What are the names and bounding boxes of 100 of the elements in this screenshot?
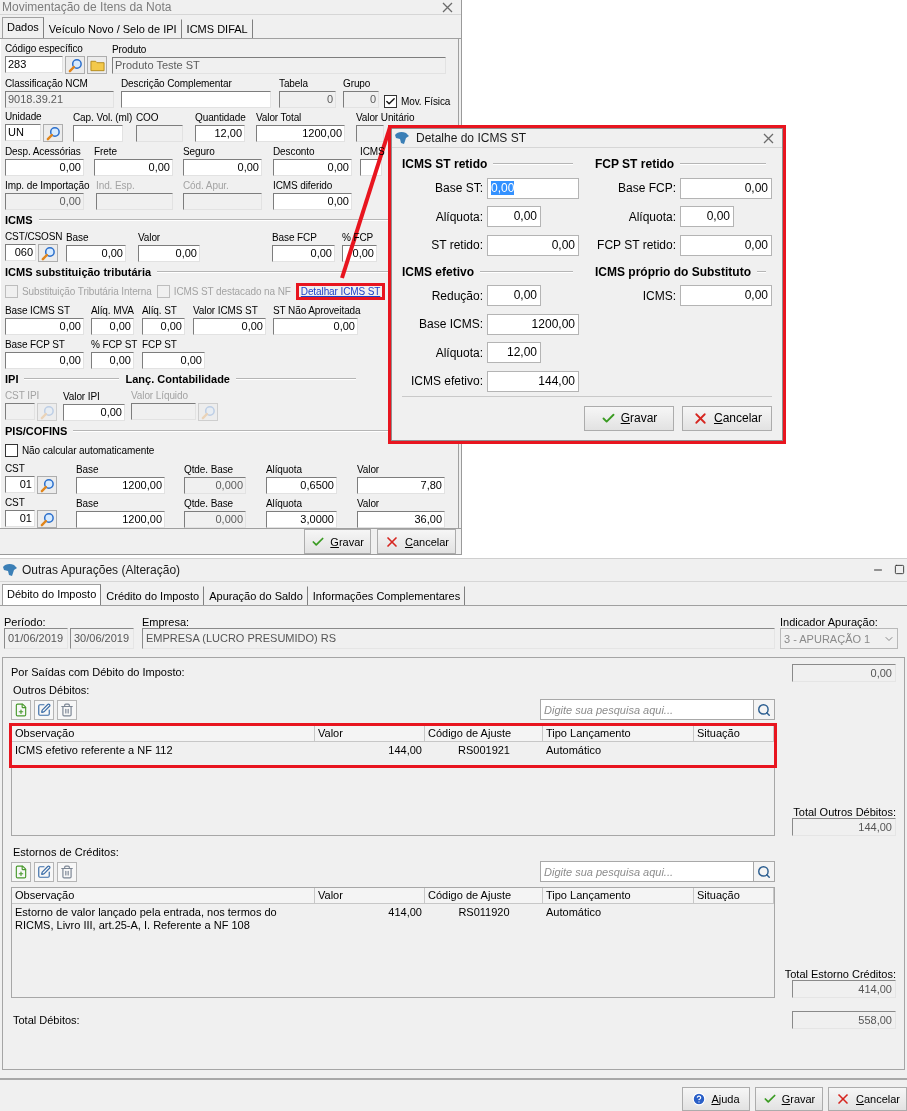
- input-field[interactable]: [121, 91, 271, 108]
- detail-link[interactable]: Detalhar ICMS ST: [300, 285, 381, 297]
- input-field[interactable]: 060: [5, 244, 36, 261]
- input-field[interactable]: 0,00: [487, 285, 541, 307]
- delete-button[interactable]: [57, 699, 77, 720]
- input-field[interactable]: 0,00: [487, 234, 579, 256]
- input-field[interactable]: 0,00: [272, 245, 335, 262]
- search-button[interactable]: [754, 699, 775, 720]
- add-file-icon: [14, 864, 28, 879]
- input-field[interactable]: 0,00: [91, 318, 134, 335]
- checkbox[interactable]: [384, 95, 397, 108]
- input-field[interactable]: 0,00: [680, 206, 734, 228]
- tab[interactable]: Dados: [2, 17, 44, 38]
- input-field[interactable]: 0,00: [5, 318, 84, 335]
- cancel-button[interactable]: Cancelar: [827, 1087, 907, 1111]
- date-field[interactable]: 01/06/2019: [4, 628, 68, 649]
- table-cell-text: RS001921: [457, 744, 511, 757]
- cancel-button[interactable]: Cancelar: [376, 529, 456, 554]
- lookup-button[interactable]: [38, 244, 58, 262]
- input-field[interactable]: 144,00: [487, 370, 579, 392]
- add-button[interactable]: [11, 699, 31, 720]
- input-field[interactable]: 0,00: [273, 193, 352, 210]
- lookup-button[interactable]: [43, 124, 63, 142]
- save-button[interactable]: Gravar: [584, 405, 674, 431]
- close-icon[interactable]: [442, 1, 453, 13]
- edit-button[interactable]: [34, 861, 54, 882]
- search-field[interactable]: Digite sua pesquisa aqui...: [540, 861, 754, 882]
- input-field[interactable]: 0,00: [273, 159, 352, 176]
- search-icon: [67, 57, 83, 73]
- field-label: Qtde. Base: [184, 497, 234, 510]
- save-button[interactable]: Gravar: [754, 1087, 823, 1111]
- total-field: 414,00: [792, 980, 896, 998]
- input-field[interactable]: [73, 125, 123, 142]
- search-button[interactable]: [754, 861, 775, 882]
- field-label: Empresa:: [142, 616, 191, 628]
- table-cell-text: Estorno de valor lançado pela entrada, nos termos do RICMS, Livro III, art.25-A, I. Referente a NF 108: [14, 906, 278, 932]
- input-field[interactable]: 0,00: [5, 159, 84, 176]
- field-label: ICMS:: [641, 288, 676, 303]
- input-field[interactable]: 1200,00: [487, 313, 579, 335]
- input-field[interactable]: 0,00: [183, 159, 262, 176]
- field-label: Base FCP:: [616, 181, 676, 196]
- input-field[interactable]: 1200,00: [76, 511, 165, 528]
- input-field[interactable]: 01: [5, 476, 35, 493]
- edit-button[interactable]: [34, 699, 54, 720]
- input-field[interactable]: 3,0000: [266, 511, 337, 528]
- field-label: Valor Unitário: [356, 111, 415, 124]
- input-field[interactable]: 0,00: [63, 404, 125, 421]
- input-field[interactable]: 0,00: [94, 159, 173, 176]
- search-field[interactable]: Digite sua pesquisa aqui...: [540, 699, 754, 720]
- input-field[interactable]: 0,00: [5, 352, 84, 369]
- input-field[interactable]: 36,00: [357, 511, 445, 528]
- close-icon[interactable]: [763, 132, 774, 144]
- delete-button[interactable]: [57, 861, 77, 882]
- input-field[interactable]: 0,00: [142, 352, 205, 369]
- lookup-button[interactable]: [65, 56, 85, 74]
- input-field[interactable]: UN: [5, 124, 41, 141]
- date-field[interactable]: 30/06/2019: [70, 628, 134, 649]
- input-field[interactable]: 7,80: [357, 477, 445, 494]
- cancel-button[interactable]: Cancelar: [682, 405, 772, 431]
- field-label: Cód. Apur.: [183, 179, 229, 192]
- field-label: CST/CSOSN: [5, 230, 63, 243]
- maximize-icon[interactable]: [894, 564, 905, 575]
- column-header: Código de Ajuste: [425, 726, 543, 741]
- input-field[interactable]: 0,00: [138, 245, 200, 262]
- field-label: Valor ICMS ST: [193, 304, 258, 317]
- input-field[interactable]: 0,6500: [266, 477, 337, 494]
- folder-button[interactable]: [87, 56, 107, 74]
- help-button[interactable]: Ajuda: [681, 1087, 750, 1111]
- input-field[interactable]: 0,00: [91, 352, 134, 369]
- input-field[interactable]: 12,00: [195, 125, 245, 142]
- input-field[interactable]: 12,00: [487, 342, 541, 364]
- input-field[interactable]: 0,00: [680, 177, 772, 199]
- total-field: 144,00: [792, 818, 896, 836]
- input-field[interactable]: 1200,00: [256, 125, 345, 142]
- field-label: Grupo: [343, 77, 371, 90]
- tab[interactable]: Débito do Imposto: [2, 584, 102, 605]
- input-field[interactable]: 0,00: [142, 318, 185, 335]
- lookup-button[interactable]: [37, 510, 57, 528]
- checkbox[interactable]: [5, 443, 18, 457]
- folder-icon: [89, 58, 105, 72]
- input-field[interactable]: 01: [5, 510, 35, 527]
- group-label: Outros Débitos:: [13, 684, 91, 696]
- input-field[interactable]: EMPRESA (LUCRO PRESUMIDO) RS: [142, 628, 775, 649]
- field-label: Alíquota:: [627, 209, 676, 224]
- input-field[interactable]: 0,00: [193, 318, 266, 335]
- input-field[interactable]: 0,00: [273, 318, 358, 335]
- input-field[interactable]: 0,00: [680, 285, 772, 307]
- add-button[interactable]: [11, 861, 31, 882]
- save-button[interactable]: Gravar: [304, 529, 371, 554]
- total-field: 558,00: [792, 1011, 896, 1029]
- help-icon: [692, 1092, 707, 1106]
- lookup-button[interactable]: [37, 476, 57, 494]
- input-field[interactable]: 283: [5, 56, 63, 73]
- table-cell-text: Automático: [545, 744, 603, 757]
- input-field[interactable]: 0,00: [66, 245, 126, 262]
- field-label: Valor Total: [256, 111, 302, 124]
- field-label: ST Não Aproveitada: [273, 304, 361, 317]
- input-field[interactable]: 0,00: [487, 206, 541, 228]
- input-field[interactable]: 1200,00: [76, 477, 165, 494]
- input-field[interactable]: 0,00: [680, 234, 772, 256]
